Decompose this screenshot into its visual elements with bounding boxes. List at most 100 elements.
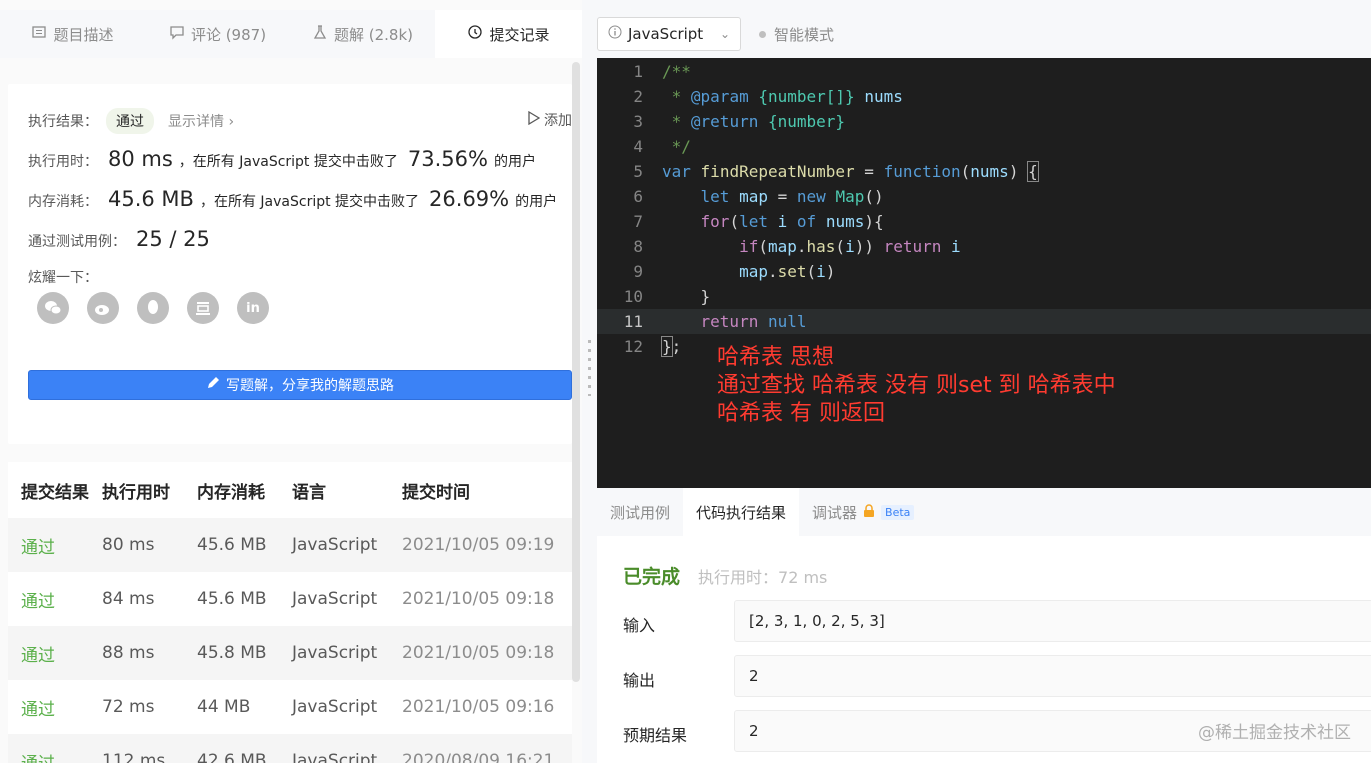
write-solution-label: 写题解，分享我的解题思路 (226, 378, 394, 394)
table-row[interactable]: 通过 72 ms 44 MB JavaScript 2021/10/05 09:… (8, 680, 572, 734)
result-body: 已完成 执行用时：72 ms 输入 [2, 3, 1, 0, 2, 5, 3] … (597, 536, 1371, 763)
tab-label: 调试器 (812, 503, 858, 522)
memory-desc: ，在所有 JavaScript 提交中击败了 (199, 194, 420, 210)
code-editor[interactable]: 1/** 2 * @param {number[]} nums 3 * @ret… (597, 58, 1371, 488)
runtime-cell: 112 ms (102, 751, 166, 763)
language-cell: JavaScript (292, 535, 378, 555)
result-cell[interactable]: 通过 (8, 695, 102, 720)
col-header[interactable]: 内存消耗 (197, 478, 292, 503)
input-label: 输入 (623, 616, 656, 635)
result-card: 执行结果： 通过 显示详情 › 添加 执行用时： 80 ms ，在所有 Java… (8, 84, 572, 444)
line-number: 8 (633, 237, 643, 256)
scrollbar[interactable] (572, 62, 580, 682)
tab-debugger[interactable]: 调试器 Beta (799, 488, 927, 536)
douban-icon[interactable] (187, 292, 219, 324)
language-cell: JavaScript (292, 697, 378, 717)
runtime-cell: 88 ms (102, 643, 155, 663)
clock-icon (467, 24, 483, 44)
tab-solutions[interactable]: 题解 (2.8k) (290, 10, 435, 58)
line-number: 10 (623, 287, 643, 306)
col-header[interactable]: 提交结果 (8, 478, 102, 503)
code-line: 8 if(map.has(i)) return i (597, 234, 1371, 259)
tab-submissions[interactable]: 提交记录 (435, 10, 582, 58)
table-row[interactable]: 通过 88 ms 45.8 MB JavaScript 2021/10/05 0… (8, 626, 572, 680)
submissions-table: 提交结果 执行用时 内存消耗 语言 提交时间 通过 80 ms 45.6 MB … (8, 462, 572, 763)
memory-cell: 45.8 MB (197, 643, 267, 663)
tab-testcase[interactable]: 测试用例 (597, 488, 683, 536)
chevron-down-icon: ⌄ (719, 27, 730, 41)
result-cell[interactable]: 通过 (8, 587, 102, 612)
exec-result-label: 执行结果： (28, 114, 98, 130)
watermark: @稀土掘金技术社区 (1198, 723, 1351, 743)
code-line: 10 } (597, 284, 1371, 309)
line-number: 5 (633, 162, 643, 181)
qq-icon[interactable] (137, 292, 169, 324)
runtime-text: 执行用时：72 ms (698, 568, 828, 587)
runtime-cell: 72 ms (102, 697, 155, 717)
lock-icon (863, 503, 875, 521)
col-header[interactable]: 执行用时 (102, 478, 197, 503)
runtime-cell: 84 ms (102, 589, 155, 609)
tab-label: 测试用例 (610, 503, 671, 522)
time-cell: 2021/10/05 09:18 (402, 589, 555, 609)
weibo-icon[interactable] (87, 292, 119, 324)
memory-value: 45.6 MB (108, 187, 194, 211)
runtime-cell: 80 ms (102, 535, 155, 555)
add-label: 添加 (544, 113, 572, 129)
cases-label: 通过测试用例： (28, 234, 126, 250)
code-line: 1/** (597, 59, 1371, 84)
line-number: 6 (633, 187, 643, 206)
col-header[interactable]: 提交时间 (402, 478, 572, 503)
share-row: 炫耀一下： (28, 267, 98, 287)
line-number: 11 (623, 312, 643, 331)
code-line: 6 let map = new Map() (597, 184, 1371, 209)
table-row[interactable]: 通过 112 ms 42.6 MB JavaScript 2020/08/09 … (8, 734, 572, 763)
drag-handle[interactable] (588, 340, 591, 396)
smart-mode-label: 智能模式 (774, 25, 835, 44)
col-header[interactable]: 语言 (292, 478, 402, 503)
table-row[interactable]: 通过 84 ms 45.6 MB JavaScript 2021/10/05 0… (8, 572, 572, 626)
show-details-link[interactable]: 显示详情 › (168, 111, 234, 131)
line-number: 2 (633, 87, 643, 106)
result-tabs: 测试用例 代码执行结果 调试器 Beta (597, 488, 1371, 536)
problem-tabs: 题目描述 评论 (987) 题解 (2.8k) 提交记录 (0, 10, 582, 58)
smart-mode-toggle[interactable]: 智能模式 (759, 17, 834, 51)
runtime-value: 80 ms (108, 147, 173, 171)
flask-icon (312, 24, 328, 44)
table-row[interactable]: 通过 80 ms 45.6 MB JavaScript 2021/10/05 0… (8, 518, 572, 572)
annotation-line: 哈希表 有 则返回 (717, 401, 885, 426)
left-panel: 题目描述 评论 (987) 题解 (2.8k) 提交记录 执行结果： 通过 显示… (0, 0, 582, 763)
tab-label: 题解 (2.8k) (333, 25, 413, 44)
exec-result-row: 执行结果： 通过 显示详情 › (28, 108, 234, 134)
tab-description[interactable]: 题目描述 (0, 10, 145, 58)
output-value[interactable]: 2 (734, 655, 1371, 697)
write-solution-button[interactable]: 写题解，分享我的解题思路 (28, 370, 572, 400)
editor-toolbar: JavaScript ⌄ 智能模式 (597, 10, 1371, 58)
input-value[interactable]: [2, 3, 1, 0, 2, 5, 3] (734, 600, 1371, 642)
language-cell: JavaScript (292, 751, 378, 763)
result-cell[interactable]: 通过 (8, 641, 102, 666)
line-number: 12 (623, 337, 643, 356)
status-badge: 通过 (106, 108, 154, 134)
info-icon (608, 25, 622, 43)
wechat-icon[interactable] (37, 292, 69, 324)
expected-label: 预期结果 (623, 726, 688, 745)
linkedin-icon[interactable]: in (237, 292, 269, 324)
tab-run-result[interactable]: 代码执行结果 (683, 488, 800, 536)
language-cell: JavaScript (292, 589, 378, 609)
result-cell[interactable]: 通过 (8, 533, 102, 558)
cases-row: 通过测试用例： 25 / 25 (28, 227, 216, 251)
output-label: 输出 (623, 671, 656, 690)
add-button[interactable]: 添加 (528, 110, 572, 130)
memory-cell: 45.6 MB (197, 589, 267, 609)
time-cell: 2021/10/05 09:19 (402, 535, 555, 555)
language-cell: JavaScript (292, 643, 378, 663)
annotation-line: 通过查找 哈希表 没有 则set 到 哈希表中 (717, 373, 1116, 398)
language-select[interactable]: JavaScript ⌄ (597, 17, 741, 51)
tab-label: 提交记录 (489, 25, 550, 44)
tab-comments[interactable]: 评论 (987) (145, 10, 290, 58)
memory-cell: 45.6 MB (197, 535, 267, 555)
result-cell[interactable]: 通过 (8, 749, 102, 763)
language-value: JavaScript (628, 25, 704, 43)
code-line: 2 * @param {number[]} nums (597, 84, 1371, 109)
